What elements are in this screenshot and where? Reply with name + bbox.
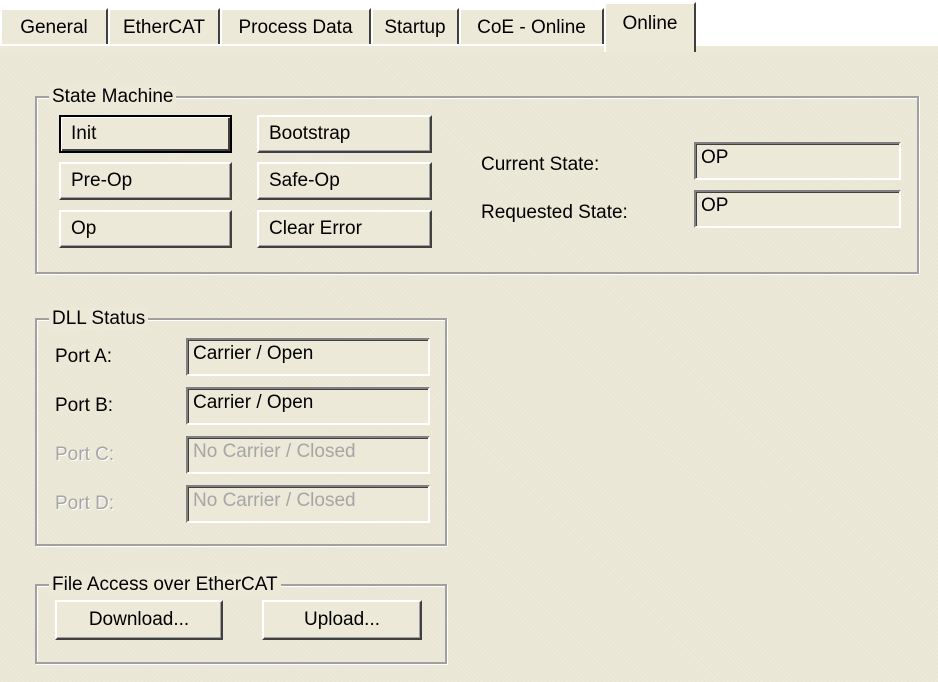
clear-error-button-label: Clear Error (269, 218, 362, 239)
tab-general-label: General (20, 17, 88, 38)
tab-strip-baseline (0, 44, 938, 52)
port-a-status-value: Carrier / Open (193, 343, 314, 364)
state-machine-title: State Machine (49, 86, 177, 108)
tab-general[interactable]: General (0, 8, 108, 46)
tab-startup-label: Startup (384, 17, 446, 38)
preop-button-label: Pre-Op (71, 170, 133, 191)
port-d-label: Port D: (55, 493, 115, 514)
port-b-status-value: Carrier / Open (193, 392, 314, 413)
preop-button[interactable]: Pre-Op (59, 162, 232, 200)
port-d-status-field: No Carrier / Closed (186, 485, 430, 523)
safeop-button-label: Safe-Op (269, 170, 340, 191)
bootstrap-button[interactable]: Bootstrap (257, 115, 432, 153)
requested-state-label: Requested State: (481, 202, 628, 223)
op-button[interactable]: Op (59, 210, 232, 248)
tab-process-data-label: Process Data (238, 17, 353, 38)
tab-coe-online-label: CoE - Online (477, 17, 586, 38)
dll-status-title: DLL Status (49, 308, 149, 330)
download-button[interactable]: Download... (55, 600, 223, 640)
port-b-status-field: Carrier / Open (186, 387, 430, 425)
port-c-status-field: No Carrier / Closed (186, 436, 430, 474)
requested-state-field: OP (694, 190, 901, 228)
file-access-group: File Access over EtherCAT Download... Up… (35, 574, 447, 664)
online-tab-panel: State Machine Init Bootstrap Pre-Op Safe… (0, 52, 938, 682)
current-state-field: OP (694, 142, 901, 180)
port-a-status-field: Carrier / Open (186, 338, 430, 376)
port-a-label: Port A: (55, 346, 113, 367)
tab-online-label: Online (622, 13, 678, 34)
tab-strip: General EtherCAT Process Data Startup Co… (0, 0, 938, 52)
port-c-label: Port C: (55, 444, 115, 465)
tab-online[interactable]: Online (604, 2, 696, 52)
tab-process-data[interactable]: Process Data (220, 8, 371, 46)
port-c-status-value: No Carrier / Closed (193, 441, 356, 462)
upload-button-label: Upload... (303, 609, 381, 630)
safeop-button[interactable]: Safe-Op (257, 162, 432, 200)
current-state-value: OP (701, 147, 729, 168)
op-button-label: Op (71, 218, 97, 239)
upload-button[interactable]: Upload... (262, 600, 422, 640)
file-access-title: File Access over EtherCAT (49, 574, 281, 596)
tab-startup[interactable]: Startup (371, 8, 459, 46)
init-button[interactable]: Init (59, 115, 232, 153)
state-machine-group: State Machine Init Bootstrap Pre-Op Safe… (35, 86, 919, 274)
tab-coe-online[interactable]: CoE - Online (459, 8, 604, 46)
tab-ethercat-label: EtherCAT (122, 17, 205, 38)
dll-status-group: DLL Status Port A: Carrier / Open Port B… (35, 308, 447, 546)
clear-error-button[interactable]: Clear Error (257, 210, 432, 248)
tab-ethercat[interactable]: EtherCAT (108, 8, 220, 46)
bootstrap-button-label: Bootstrap (269, 123, 351, 144)
download-button-label: Download... (88, 609, 190, 630)
requested-state-value: OP (701, 195, 729, 216)
port-d-status-value: No Carrier / Closed (193, 490, 356, 511)
current-state-label: Current State: (481, 154, 600, 175)
port-b-label: Port B: (55, 395, 114, 416)
init-button-label: Init (71, 123, 97, 144)
